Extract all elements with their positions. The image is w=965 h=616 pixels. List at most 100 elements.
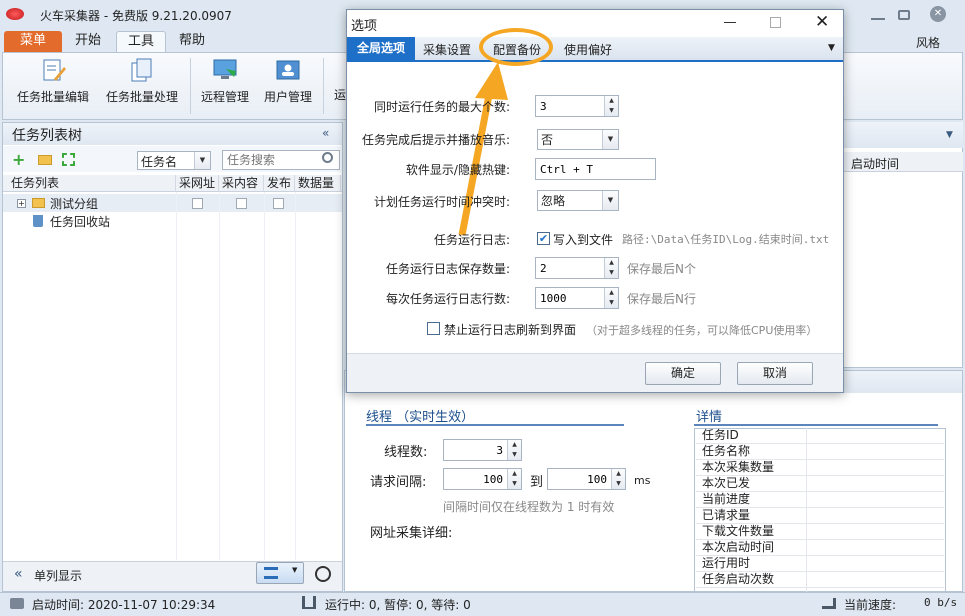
speed-label: 当前速度: xyxy=(844,598,897,612)
bar-chart-icon xyxy=(302,596,316,609)
recycle-bin-icon xyxy=(33,215,43,227)
tab-help[interactable]: 帮助 xyxy=(166,31,218,52)
column-header[interactable]: 采内容 xyxy=(219,175,264,192)
tab-start[interactable]: 开始 xyxy=(62,31,114,52)
spin-buttons[interactable]: ▲ ▼ xyxy=(611,469,625,489)
log-to-file-label[interactable]: 写入到文件 xyxy=(553,231,613,248)
column-header[interactable]: 任务列表 xyxy=(8,175,176,192)
filter-select-value: 任务名 xyxy=(141,155,178,169)
clock-icon[interactable] xyxy=(315,566,331,582)
dialog-maximize-icon[interactable] xyxy=(770,17,781,28)
ok-button[interactable]: 确定 xyxy=(645,362,721,385)
app-logo-icon xyxy=(6,8,24,20)
dialog-title: 选项 xyxy=(351,19,378,34)
checkbox[interactable] xyxy=(273,198,284,209)
chevron-down-icon[interactable]: ▼ xyxy=(194,152,210,169)
tree-item-recycle[interactable]: 任务回收站 xyxy=(50,213,110,230)
start-time: 启动时间: 2020-11-07 10:29:34 xyxy=(32,598,216,612)
running-status: 运行中: 0, 暂停: 0, 等待: 0 xyxy=(325,598,471,612)
detail-row: 运行用时 xyxy=(696,556,944,572)
log-lines-label: 每次任务运行日志行数: xyxy=(385,292,510,306)
tab-menu[interactable]: 菜单 xyxy=(4,31,62,52)
dialog-close-icon[interactable]: ✕ xyxy=(815,12,829,32)
restore-icon[interactable] xyxy=(898,10,910,20)
batch-edit-button[interactable]: 任务批量编辑 xyxy=(12,57,94,105)
single-column-toggle[interactable]: 单列显示 xyxy=(34,567,82,584)
hotkey-input[interactable] xyxy=(535,158,656,180)
detail-row: 任务ID xyxy=(696,428,944,444)
collapse-icon[interactable]: « xyxy=(322,126,329,140)
cancel-button[interactable]: 取消 xyxy=(737,362,813,385)
tag-icon xyxy=(10,598,24,609)
log-keep-hint: 保存最后N个 xyxy=(627,262,696,276)
user-manage-button[interactable]: 用户管理 xyxy=(260,57,316,105)
checkbox[interactable] xyxy=(236,198,247,209)
disable-refresh-label[interactable]: 禁止运行日志刷新到界面 xyxy=(444,321,576,338)
remote-manage-button[interactable]: 远程管理 xyxy=(196,57,254,105)
threads-label: 线程数: xyxy=(384,445,428,460)
spin-buttons[interactable]: ▲ ▼ xyxy=(604,288,618,308)
column-header[interactable]: 数据量 xyxy=(295,175,341,192)
spin-buttons[interactable]: ▲ ▼ xyxy=(604,96,618,116)
log-label: 任务运行日志: xyxy=(433,233,510,247)
user-card-icon xyxy=(276,60,300,80)
interval-unit: ms xyxy=(634,474,651,487)
annotation-arrow xyxy=(458,62,508,236)
spin-buttons[interactable]: ▲ ▼ xyxy=(507,440,521,460)
dialog-tab-preferences[interactable]: 使用偏好 xyxy=(564,41,612,58)
dialog-tab-global[interactable]: 全局选项 xyxy=(347,37,415,60)
disable-refresh-checkbox[interactable] xyxy=(427,322,440,335)
edit-document-icon xyxy=(43,59,66,81)
conflict-select-value: 忽略 xyxy=(541,194,566,208)
url-detail-label: 网址采集详细: xyxy=(370,526,453,541)
details-rule xyxy=(694,424,938,426)
expand-all-icon[interactable] xyxy=(62,153,75,166)
folder-icon[interactable] xyxy=(38,155,52,165)
tab-tools[interactable]: 工具 xyxy=(116,31,166,52)
conflict-label: 计划任务运行时间冲突时: xyxy=(373,195,510,209)
detail-row: 已请求量 xyxy=(696,508,944,524)
detail-row: 本次启动时间 xyxy=(696,540,944,556)
add-icon[interactable]: + xyxy=(12,150,25,169)
ribbon-partial-label[interactable]: 运 xyxy=(334,86,346,103)
thread-section-rule xyxy=(366,424,624,426)
detail-row: 任务启动次数 xyxy=(696,572,944,588)
chevron-down-icon[interactable]: ▼ xyxy=(602,130,618,149)
documents-icon xyxy=(131,58,152,82)
column-header[interactable]: 发布 xyxy=(264,175,295,192)
search-icon[interactable] xyxy=(322,152,333,163)
app-title: 火车采集器 - 免费版 9.21.20.0907 xyxy=(40,9,232,23)
minimize-icon[interactable] xyxy=(871,8,885,20)
tree-item-group[interactable]: 测试分组 xyxy=(50,195,98,212)
log-to-file-checkbox[interactable]: ✔ xyxy=(537,232,550,245)
chevron-down-icon[interactable]: ▼ xyxy=(602,191,618,210)
detail-row: 本次采集数量 xyxy=(696,460,944,476)
detail-row: 任务名称 xyxy=(696,444,944,460)
detail-row: 当前进度 xyxy=(696,492,944,508)
column-divider xyxy=(264,192,265,560)
tab-overflow-icon[interactable]: ▼ xyxy=(828,43,835,53)
batch-process-button[interactable]: 任务批量处理 xyxy=(100,57,184,105)
chevron-down-icon: ▼ xyxy=(292,566,298,574)
ribbon-divider xyxy=(190,58,191,114)
notify-label: 任务完成后提示并播放音乐: xyxy=(361,133,510,147)
spin-buttons[interactable]: ▲ ▼ xyxy=(604,258,618,278)
hotkey-label: 软件显示/隐藏热键: xyxy=(405,163,510,177)
column-divider xyxy=(176,192,177,560)
task-tree-panel xyxy=(2,122,343,592)
chevron-down-icon[interactable]: ▼ xyxy=(946,130,953,140)
panel-title: 任务列表树 xyxy=(12,128,82,144)
detail-row: 本次已发 xyxy=(696,476,944,492)
dialog-minimize-icon[interactable] xyxy=(724,22,736,23)
expand-icon[interactable]: + xyxy=(17,199,26,208)
double-chevron-left-icon[interactable]: « xyxy=(14,566,23,582)
notify-select-value: 否 xyxy=(541,133,554,147)
close-icon[interactable]: ✕ xyxy=(930,6,946,22)
column-header[interactable]: 采网址 xyxy=(176,175,219,192)
log-path: 路径:\Data\任务ID\Log.结束时间.txt xyxy=(622,233,830,246)
style-menu[interactable]: 风格 xyxy=(916,34,940,51)
org-chart-icon xyxy=(264,567,278,579)
spin-buttons[interactable]: ▲ ▼ xyxy=(507,469,521,489)
checkbox[interactable] xyxy=(192,198,203,209)
column-header[interactable]: 启动时间 xyxy=(851,155,899,172)
